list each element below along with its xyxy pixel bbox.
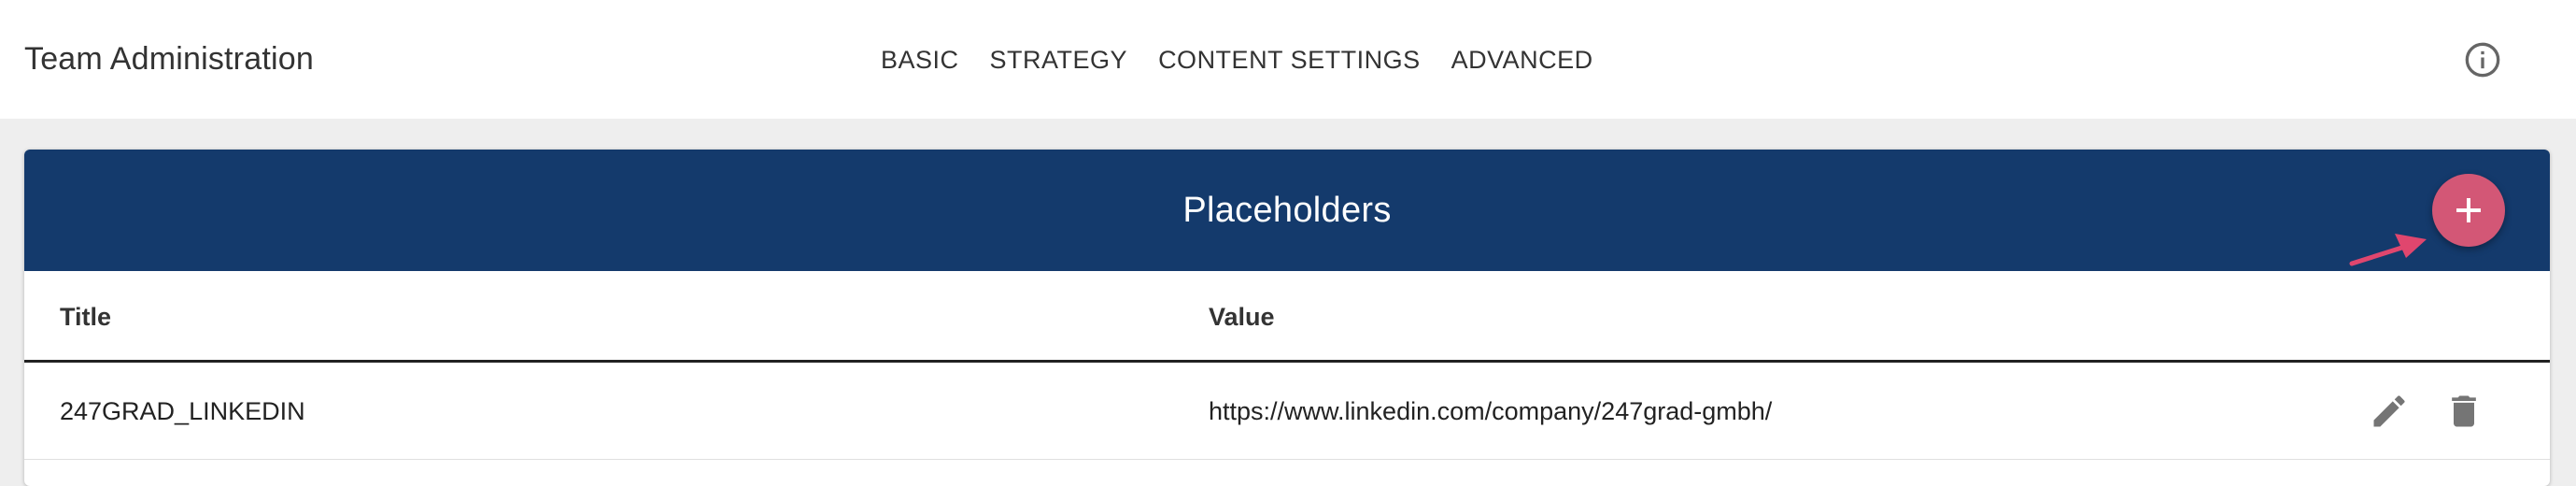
card-title: Placeholders [1182, 191, 1392, 230]
plus-icon [2456, 198, 2481, 222]
add-placeholder-button[interactable] [2432, 174, 2505, 247]
nav-advanced[interactable]: ADVANCED [1451, 41, 1593, 79]
nav-content-settings[interactable]: CONTENT SETTINGS [1158, 41, 1421, 79]
column-header-value[interactable]: Value [1209, 271, 1275, 363]
top-app-bar: Team Administration BASIC STRATEGY CONTE… [0, 0, 2576, 119]
delete-button[interactable] [2443, 391, 2484, 432]
nav-basic[interactable]: BASIC [881, 41, 959, 79]
table-row: 247GRAD_LINKEDIN https://www.linkedin.co… [24, 363, 2550, 460]
nav-strategy[interactable]: STRATEGY [990, 41, 1128, 79]
arrow-icon [2349, 234, 2427, 266]
info-button[interactable] [2464, 41, 2501, 79]
pencil-icon [2373, 395, 2405, 427]
placeholders-card: Placeholders Title Value 247GRAD_LINKEDI… [24, 150, 2550, 486]
table-header: Title Value [24, 271, 2550, 363]
info-circle-icon [2465, 42, 2500, 78]
app-title: Team Administration [24, 41, 314, 77]
cell-title: 247GRAD_LINKEDIN [60, 397, 305, 425]
main-nav: BASIC STRATEGY CONTENT SETTINGS ADVANCED [881, 0, 1593, 119]
edit-button[interactable] [2369, 391, 2410, 432]
column-header-title[interactable]: Title [60, 271, 111, 363]
card-header: Placeholders [24, 150, 2550, 271]
trash-icon [2452, 395, 2476, 427]
cell-value: https://www.linkedin.com/company/247grad… [1209, 397, 1773, 425]
